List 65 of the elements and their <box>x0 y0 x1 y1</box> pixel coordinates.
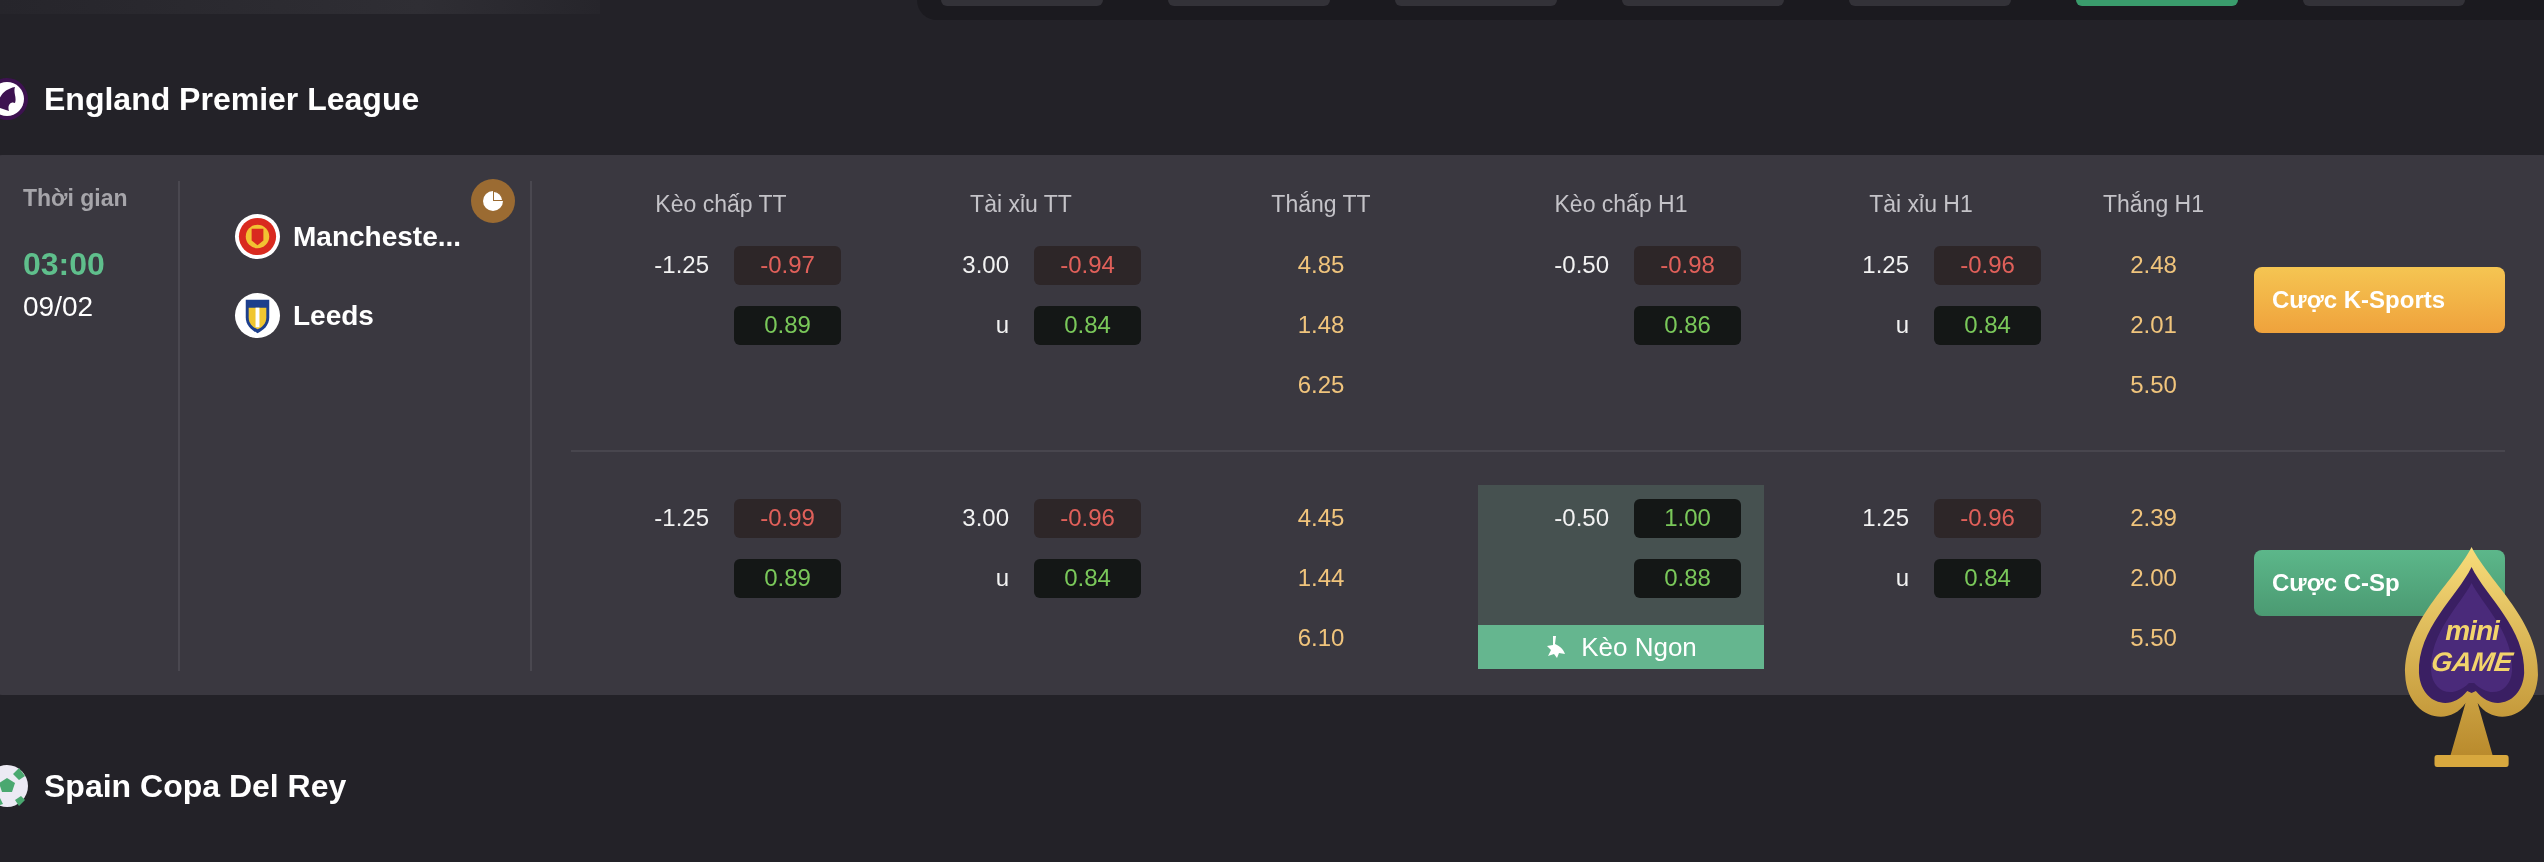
column-header: Thắng H1 <box>2102 190 2205 218</box>
odds-value[interactable]: 1.44 <box>1178 548 1464 608</box>
team-name: Leeds <box>293 299 374 332</box>
tab[interactable] <box>1849 0 2011 6</box>
tab[interactable] <box>1168 0 1330 6</box>
column-header: Kèo chấp TT <box>654 190 788 218</box>
odds-button[interactable]: -0.97 <box>734 245 841 285</box>
handicap-value: -1.25 <box>654 504 709 532</box>
handicap-value: u <box>1895 311 1909 339</box>
handicap-value: u <box>995 311 1009 339</box>
tab[interactable] <box>2303 0 2465 6</box>
odds-value[interactable]: 6.10 <box>1178 608 1464 668</box>
odds-button[interactable]: 0.88 <box>1634 558 1741 598</box>
odds-button[interactable]: 0.86 <box>1634 305 1741 345</box>
odds-button[interactable]: -0.96 <box>1934 245 2041 285</box>
odds-value[interactable]: 4.85 <box>1178 235 1464 295</box>
handicap-value: 1.25 <box>1862 504 1909 532</box>
league-title: Spain Copa Del Rey <box>44 767 347 805</box>
odds-button[interactable]: 1.00 <box>1634 498 1741 538</box>
odds-value[interactable]: 2.01 <box>2078 295 2229 355</box>
team-name: Mancheste... <box>293 220 462 253</box>
odds-button[interactable]: -0.96 <box>1034 498 1141 538</box>
handicap-value: -0.50 <box>1554 504 1609 532</box>
odds-button[interactable]: -0.94 <box>1034 245 1141 285</box>
column-header: Kèo chấp H1 <box>1553 190 1689 218</box>
handicap-value: 3.00 <box>962 251 1009 279</box>
odds-button[interactable]: 0.89 <box>734 558 841 598</box>
column-label: Thời gian <box>23 185 129 212</box>
tab[interactable] <box>941 0 1103 6</box>
tab[interactable] <box>1395 0 1557 6</box>
stats-button[interactable] <box>471 179 515 223</box>
odds-button[interactable]: -0.99 <box>734 498 841 538</box>
odds-button[interactable]: 0.84 <box>1934 558 2041 598</box>
odds-value[interactable]: 2.00 <box>2078 548 2229 608</box>
odds-button[interactable]: -0.98 <box>1634 245 1741 285</box>
odds-button[interactable]: 0.89 <box>734 305 841 345</box>
odds-value[interactable]: 6.25 <box>1178 355 1464 415</box>
odds-value[interactable]: 4.45 <box>1178 488 1464 548</box>
odds-value[interactable]: 5.50 <box>2078 608 2229 668</box>
handicap-value: u <box>995 564 1009 592</box>
handicap-value: 3.00 <box>962 504 1009 532</box>
handicap-value: -0.50 <box>1554 251 1609 279</box>
match-date: 09/02 <box>23 291 95 323</box>
odds-button[interactable]: 0.84 <box>1034 558 1141 598</box>
pie-chart-icon <box>481 189 505 213</box>
league-title: England Premier League <box>44 80 420 118</box>
tab[interactable] <box>1622 0 1784 6</box>
odds-value[interactable]: 1.48 <box>1178 295 1464 355</box>
odds-button[interactable]: -0.96 <box>1934 498 2041 538</box>
handicap-value: -1.25 <box>654 251 709 279</box>
odds-value[interactable]: 5.50 <box>2078 355 2229 415</box>
column-header: Thắng TT <box>1270 190 1372 218</box>
odds-value[interactable]: 2.48 <box>2078 235 2229 295</box>
kickoff-time: 03:00 <box>23 246 106 283</box>
odds-value[interactable]: 2.39 <box>2078 488 2229 548</box>
odds-button[interactable]: 0.84 <box>1034 305 1141 345</box>
column-header: Tài xỉu TT <box>969 190 1073 218</box>
handicap-value: 1.25 <box>1862 251 1909 279</box>
odds-button[interactable]: 0.84 <box>1934 305 2041 345</box>
handicap-value: u <box>1895 564 1909 592</box>
column-header: Tài xỉu H1 <box>1868 190 1974 218</box>
crest-icon <box>234 213 281 260</box>
tab[interactable] <box>2076 0 2238 6</box>
tip-label: Kèo Ngon <box>1581 631 1697 663</box>
shield-icon <box>234 292 281 339</box>
